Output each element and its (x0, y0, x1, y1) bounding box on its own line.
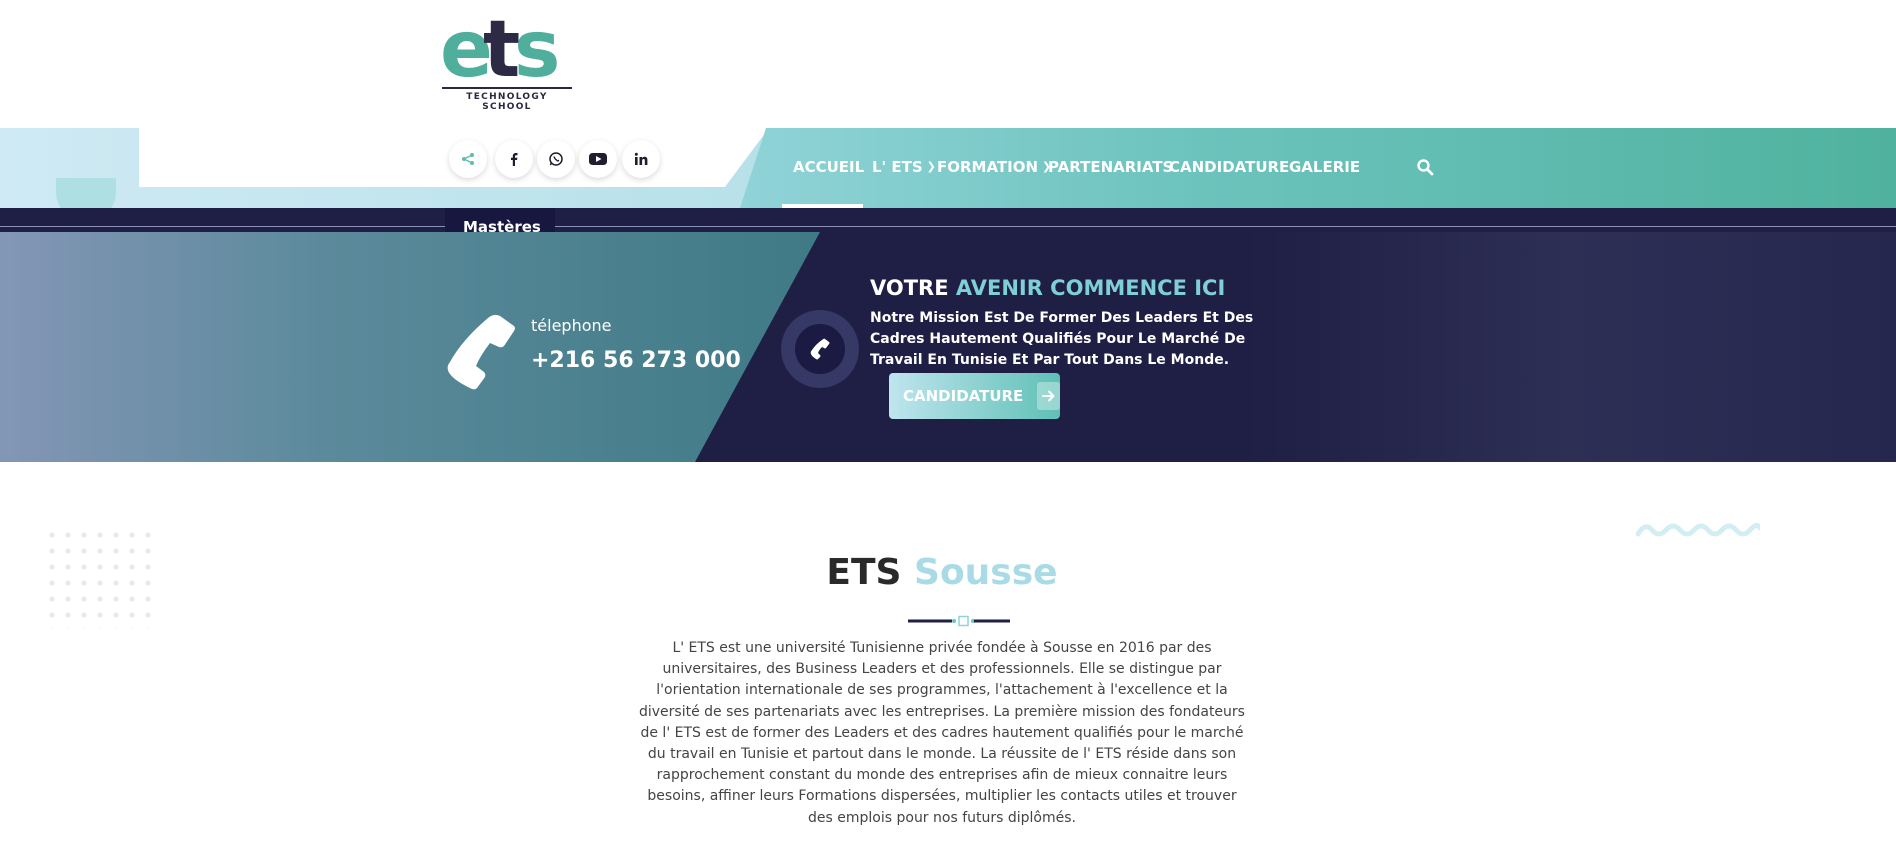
about-title: ETS Sousse (0, 552, 1884, 593)
svg-text:s: s (514, 8, 560, 88)
linkedin-icon (634, 152, 648, 165)
nav-item-label: L' ETS (872, 158, 923, 176)
about-description: L' ETS est une université Tunisienne pri… (639, 640, 1245, 826)
nav-item-candidature[interactable]: CANDIDATURE (1169, 158, 1289, 176)
candidature-button-label: CANDIDATURE (903, 387, 1024, 405)
hero-title-accent: AVENIR COMMENCE ICI (955, 276, 1226, 300)
title-divider (908, 615, 1010, 627)
nav-item-partenariats[interactable]: PARTENARIATS (1048, 158, 1173, 176)
decorative-wave (1636, 522, 1760, 537)
youtube-button[interactable] (579, 140, 617, 178)
share-icon (462, 153, 474, 165)
share-button[interactable] (449, 140, 487, 178)
search-icon (1417, 159, 1434, 176)
hero-mission-text: Notre Mission Est De Former Des Leaders … (870, 310, 1254, 368)
nav-item-label: ACCUEIL (793, 158, 865, 176)
about-title-part1: ETS (826, 552, 915, 593)
facebook-button[interactable] (495, 140, 533, 178)
call-button[interactable] (795, 324, 845, 374)
nav-item-label: CANDIDATURE (1169, 158, 1290, 176)
nav-item-l-ets[interactable]: L' ETS ❯ (872, 158, 936, 176)
nav-item-label: PARTENARIATS (1048, 158, 1174, 176)
linkedin-button[interactable] (622, 140, 660, 178)
nav-item-galerie[interactable]: GALERIE (1289, 158, 1360, 176)
telephone-label: télephone (531, 316, 612, 335)
logo[interactable]: e t s TECHNOLOGY SCHOOL (440, 8, 574, 112)
candidature-button[interactable]: CANDIDATURE (889, 373, 1060, 419)
facebook-icon (511, 153, 518, 166)
logo-rule (442, 87, 572, 89)
dropdown-item-masteres[interactable]: Mastères (445, 208, 555, 232)
hero-contact-panel (0, 232, 820, 462)
telephone-number[interactable]: +216 56 273 000 (531, 348, 741, 373)
phone-call-icon (810, 338, 830, 360)
logo-tagline: TECHNOLOGY SCHOOL (466, 92, 548, 112)
whatsapp-icon (549, 152, 563, 166)
nav-item-label: GALERIE (1289, 158, 1361, 176)
hero-background-photo (1240, 232, 1896, 462)
hero-title: VOTRE AVENIR COMMENCE ICI (870, 276, 1225, 300)
hero-title-part1: VOTRE (870, 276, 956, 300)
nav-item-formation[interactable]: FORMATION ❯ (937, 158, 1051, 176)
youtube-icon (589, 153, 607, 165)
phone-icon (447, 314, 515, 390)
chevron-down-icon: ❯ (926, 159, 936, 173)
nav-submenu-strip (0, 208, 1896, 232)
arrow-right-icon (1037, 382, 1060, 410)
nav-item-accueil[interactable]: ACCUEIL (793, 158, 864, 176)
logo-wordmark-graphic: e t s (440, 8, 560, 88)
search-button[interactable] (1416, 158, 1436, 178)
about-title-accent: Sousse (914, 552, 1058, 593)
whatsapp-button[interactable] (537, 140, 575, 178)
nav-item-label: FORMATION (937, 158, 1039, 176)
page: e t s TECHNOLOGY SCHOOL ACCUEIL L' ETS ❯… (0, 0, 1896, 861)
